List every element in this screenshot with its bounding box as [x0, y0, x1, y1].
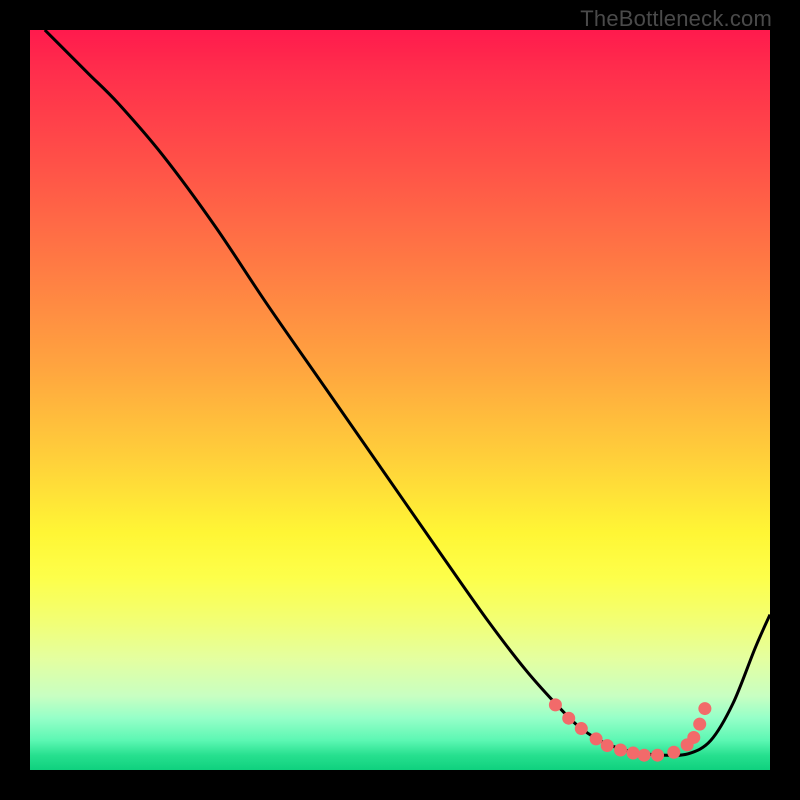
chart-svg [30, 30, 770, 770]
chart-frame: TheBottleneck.com [0, 0, 800, 800]
marker-dot [638, 749, 651, 762]
optimal-range-markers [549, 698, 711, 761]
marker-dot [687, 731, 700, 744]
marker-dot [698, 702, 711, 715]
watermark-text: TheBottleneck.com [580, 6, 772, 32]
marker-dot [590, 732, 603, 745]
marker-dot [562, 712, 575, 725]
plot-area [30, 30, 770, 770]
marker-dot [549, 698, 562, 711]
marker-dot [614, 744, 627, 757]
marker-dot [667, 746, 680, 759]
bottleneck-curve [45, 30, 770, 755]
marker-dot [693, 718, 706, 731]
marker-dot [575, 722, 588, 735]
marker-dot [651, 749, 664, 762]
curve-line [45, 30, 770, 755]
marker-dot [627, 746, 640, 759]
marker-dot [601, 739, 614, 752]
